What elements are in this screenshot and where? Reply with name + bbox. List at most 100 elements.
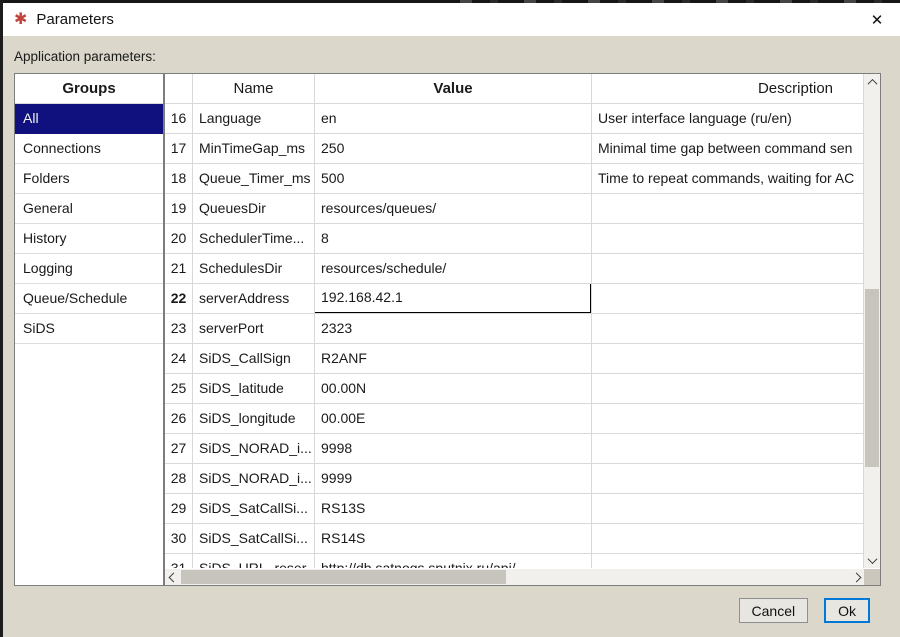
param-description-cell[interactable] — [592, 224, 864, 254]
param-value-cell[interactable]: 9999 — [315, 464, 592, 494]
param-value-cell[interactable]: resources/schedule/ — [315, 254, 592, 284]
ok-button[interactable]: Ok — [824, 598, 870, 623]
param-name-cell[interactable]: SiDS_longitude — [193, 404, 315, 434]
param-value-cell[interactable]: RS14S — [315, 524, 592, 554]
param-name-cell[interactable]: SiDS_URL_reser... — [193, 554, 315, 568]
param-name-cell[interactable]: MinTimeGap_ms — [193, 134, 315, 164]
sidebar-item-sids[interactable]: SiDS — [15, 314, 163, 344]
sidebar-item-logging[interactable]: Logging — [15, 254, 163, 284]
sidebar-item-folders[interactable]: Folders — [15, 164, 163, 194]
param-name-cell[interactable]: SiDS_latitude — [193, 374, 315, 404]
param-value-cell[interactable]: 00.00N — [315, 374, 592, 404]
param-description-cell[interactable] — [592, 194, 864, 224]
param-description-cell[interactable] — [592, 464, 864, 494]
table-row: 22 serverAddress 192.168.42.1 — [165, 284, 864, 314]
param-value-cell[interactable]: http://db.satnogs.sputnix.ru/api/ — [315, 554, 592, 568]
column-header-row-number[interactable] — [165, 74, 193, 104]
param-name-cell[interactable]: serverPort — [193, 314, 315, 344]
param-name-cell[interactable]: SchedulerTime... — [193, 224, 315, 254]
param-value-cell[interactable]: R2ANF — [315, 344, 592, 374]
dialog-button-row: Cancel Ok — [738, 598, 870, 623]
param-value-cell[interactable]: 9998 — [315, 434, 592, 464]
param-name-cell[interactable]: serverAddress — [193, 284, 315, 314]
param-description-cell[interactable] — [592, 344, 864, 374]
row-number-cell[interactable]: 25 — [165, 374, 193, 404]
param-description-cell[interactable] — [592, 374, 864, 404]
vertical-scrollbar-thumb[interactable] — [865, 289, 879, 467]
table-row: 19 QueuesDir resources/queues/ — [165, 194, 864, 224]
param-description-cell[interactable]: Time to repeat commands, waiting for AC — [592, 164, 864, 194]
table-row: 16 Language en User interface language (ru/… — [165, 104, 864, 134]
close-icon[interactable]: ✕ — [854, 3, 900, 36]
table-row: 17 MinTimeGap_ms 250 Minimal time gap betwe… — [165, 134, 864, 164]
param-value-cell[interactable]: RS13S — [315, 494, 592, 524]
table-row: 27 SiDS_NORAD_i... 9998 — [165, 434, 864, 464]
groups-header: Groups — [15, 74, 163, 104]
row-number-cell[interactable]: 21 — [165, 254, 193, 284]
column-header-name[interactable]: Name — [193, 74, 315, 104]
param-description-cell[interactable] — [592, 554, 864, 568]
param-description-cell[interactable] — [592, 494, 864, 524]
row-number-cell[interactable]: 23 — [165, 314, 193, 344]
row-number-cell[interactable]: 24 — [165, 344, 193, 374]
row-number-cell[interactable]: 17 — [165, 134, 193, 164]
param-name-cell[interactable]: SiDS_SatCallSi... — [193, 494, 315, 524]
param-value-cell[interactable]: 2323 — [315, 314, 592, 344]
row-number-cell[interactable]: 22 — [165, 284, 193, 314]
param-description-cell[interactable] — [592, 314, 864, 344]
row-number-cell[interactable]: 26 — [165, 404, 193, 434]
param-name-cell[interactable]: SiDS_CallSign — [193, 344, 315, 374]
scroll-right-icon[interactable] — [848, 569, 864, 585]
param-value-cell[interactable]: 192.168.42.1 — [315, 284, 592, 314]
param-value-cell[interactable]: en — [315, 104, 592, 134]
window-title: Parameters — [36, 11, 114, 28]
param-name-cell[interactable]: QueuesDir — [193, 194, 315, 224]
param-description-cell[interactable] — [592, 404, 864, 434]
row-number-cell[interactable]: 30 — [165, 524, 193, 554]
sidebar-item-queue-schedule[interactable]: Queue/Schedule — [15, 284, 163, 314]
param-description-cell[interactable] — [592, 254, 864, 284]
row-number-cell[interactable]: 16 — [165, 104, 193, 134]
param-description-cell[interactable]: Minimal time gap between command sen — [592, 134, 864, 164]
horizontal-scrollbar[interactable] — [165, 569, 864, 585]
param-value-cell[interactable]: 8 — [315, 224, 592, 254]
sidebar-item-all[interactable]: All — [15, 104, 163, 134]
param-description-cell[interactable] — [592, 434, 864, 464]
scroll-down-icon[interactable] — [864, 552, 880, 568]
row-number-cell[interactable]: 28 — [165, 464, 193, 494]
vertical-scrollbar[interactable] — [864, 74, 880, 568]
table-row: 31 SiDS_URL_reser... http://db.satnogs.spu… — [165, 554, 864, 568]
horizontal-scrollbar-thumb[interactable] — [181, 570, 506, 584]
row-number-cell[interactable]: 18 — [165, 164, 193, 194]
param-value-cell[interactable]: 00.00E — [315, 404, 592, 434]
param-name-cell[interactable]: SchedulesDir — [193, 254, 315, 284]
row-number-cell[interactable]: 29 — [165, 494, 193, 524]
sidebar-item-general[interactable]: General — [15, 194, 163, 224]
parameters-table-panel: Name Value Description 16 Language en User in… — [164, 73, 881, 586]
param-name-cell[interactable]: SiDS_NORAD_i... — [193, 464, 315, 494]
chevron-down-icon — [867, 553, 877, 564]
param-description-cell[interactable] — [592, 284, 864, 314]
param-description-cell[interactable] — [592, 524, 864, 554]
row-number-cell[interactable]: 19 — [165, 194, 193, 224]
value-edit-input[interactable]: 192.168.42.1 — [315, 284, 591, 313]
cancel-button[interactable]: Cancel — [738, 598, 809, 623]
row-number-cell[interactable]: 27 — [165, 434, 193, 464]
param-name-cell[interactable]: SiDS_NORAD_i... — [193, 434, 315, 464]
param-name-cell[interactable]: Queue_Timer_ms — [193, 164, 315, 194]
param-description-cell[interactable]: User interface language (ru/en) — [592, 104, 864, 134]
title-bar: ✱ Parameters ✕ — [3, 3, 900, 36]
param-name-cell[interactable]: Language — [193, 104, 315, 134]
column-header-value[interactable]: Value — [315, 74, 592, 104]
param-value-cell[interactable]: resources/queues/ — [315, 194, 592, 224]
row-number-cell[interactable]: 20 — [165, 224, 193, 254]
param-name-cell[interactable]: SiDS_SatCallSi... — [193, 524, 315, 554]
param-value-cell[interactable]: 500 — [315, 164, 592, 194]
scroll-up-icon[interactable] — [864, 74, 880, 90]
param-value-cell[interactable]: 250 — [315, 134, 592, 164]
column-header-desc[interactable]: Description — [592, 74, 864, 104]
scroll-left-icon[interactable] — [165, 569, 181, 585]
sidebar-item-connections[interactable]: Connections — [15, 134, 163, 164]
sidebar-item-history[interactable]: History — [15, 224, 163, 254]
row-number-cell[interactable]: 31 — [165, 554, 193, 568]
